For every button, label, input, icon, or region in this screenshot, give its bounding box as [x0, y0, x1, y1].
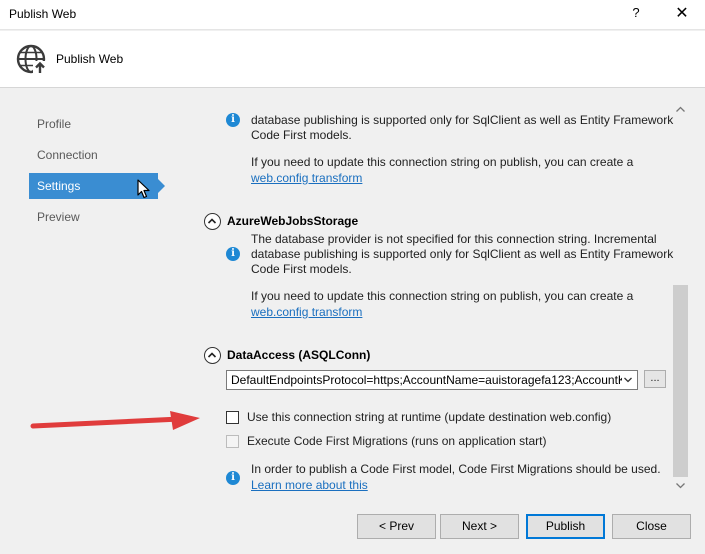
button-bar: < Prev Next > Publish Close [0, 514, 705, 542]
info-text: Code First models. [251, 262, 352, 276]
close-button[interactable]: Close [612, 514, 691, 539]
section-title-azurewebjobsstorage: AzureWebJobsStorage [227, 214, 359, 228]
code-first-migrations-checkbox[interactable] [226, 435, 239, 448]
web-config-transform-link[interactable]: web.config transform [251, 171, 362, 186]
active-indicator [158, 179, 165, 193]
scroll-down-icon[interactable] [672, 477, 689, 494]
globe-publish-icon [16, 44, 47, 75]
publish-button[interactable]: Publish [526, 514, 605, 539]
browse-button[interactable]: ... [644, 370, 666, 388]
nav-item-label: Profile [37, 117, 72, 131]
info-text: database publishing is supported only fo… [251, 247, 674, 261]
close-window-button[interactable]: ✕ [669, 3, 695, 25]
chevron-down-icon[interactable] [622, 371, 634, 389]
vertical-scrollbar[interactable] [672, 101, 689, 494]
annotation-arrow-icon [30, 411, 200, 430]
nav-item-connection[interactable]: Connection [29, 142, 158, 168]
next-button[interactable]: Next > [440, 514, 519, 539]
nav-item-label: Settings [37, 179, 81, 193]
update-hint-text: If you need to update this connection st… [251, 155, 634, 169]
title-bar: Publish Web ? ✕ [0, 0, 705, 30]
use-runtime-label: Use this connection string at runtime (u… [247, 410, 612, 424]
info-text: database publishing is supported only fo… [251, 113, 674, 127]
settings-panel: i database publishing is supported only … [200, 89, 690, 494]
scroll-up-icon[interactable] [672, 101, 689, 118]
dialog-header: Publish Web [0, 31, 705, 88]
nav-item-preview[interactable]: Preview [29, 204, 158, 230]
code-first-migrations-label: Execute Code First Migrations (runs on a… [247, 434, 547, 448]
info-icon: i [226, 247, 240, 261]
chevron-up-circle-icon[interactable] [204, 213, 221, 230]
nav-item-label: Connection [37, 148, 98, 162]
wizard-nav: Profile Connection Settings Preview [29, 111, 169, 235]
web-config-transform-link[interactable]: web.config transform [251, 305, 362, 320]
info-icon: i [226, 471, 240, 485]
use-runtime-checkbox[interactable] [226, 411, 239, 424]
prev-button[interactable]: < Prev [357, 514, 436, 539]
scrollbar-thumb[interactable] [673, 285, 688, 477]
mouse-cursor-icon [137, 179, 150, 199]
window-title: Publish Web [9, 7, 77, 21]
connection-string-combobox[interactable]: DefaultEndpointsProtocol=https;AccountNa… [226, 370, 638, 390]
migrations-info-text: In order to publish a Code First model, … [251, 462, 661, 476]
section-title-dataaccess: DataAccess (ASQLConn) [227, 348, 371, 362]
info-text: Code First models. [251, 128, 352, 142]
chevron-up-circle-icon[interactable] [204, 347, 221, 364]
update-hint-text: If you need to update this connection st… [251, 289, 634, 303]
help-button[interactable]: ? [624, 5, 648, 25]
nav-item-label: Preview [37, 210, 80, 224]
info-icon: i [226, 113, 240, 127]
connection-string-value: DefaultEndpointsProtocol=https;AccountNa… [231, 373, 633, 387]
learn-more-link[interactable]: Learn more about this [251, 478, 368, 493]
header-title: Publish Web [56, 52, 124, 66]
nav-item-profile[interactable]: Profile [29, 111, 158, 137]
dialog-body: Profile Connection Settings Preview i da… [0, 89, 705, 554]
info-text: The database provider is not specified f… [251, 232, 657, 246]
